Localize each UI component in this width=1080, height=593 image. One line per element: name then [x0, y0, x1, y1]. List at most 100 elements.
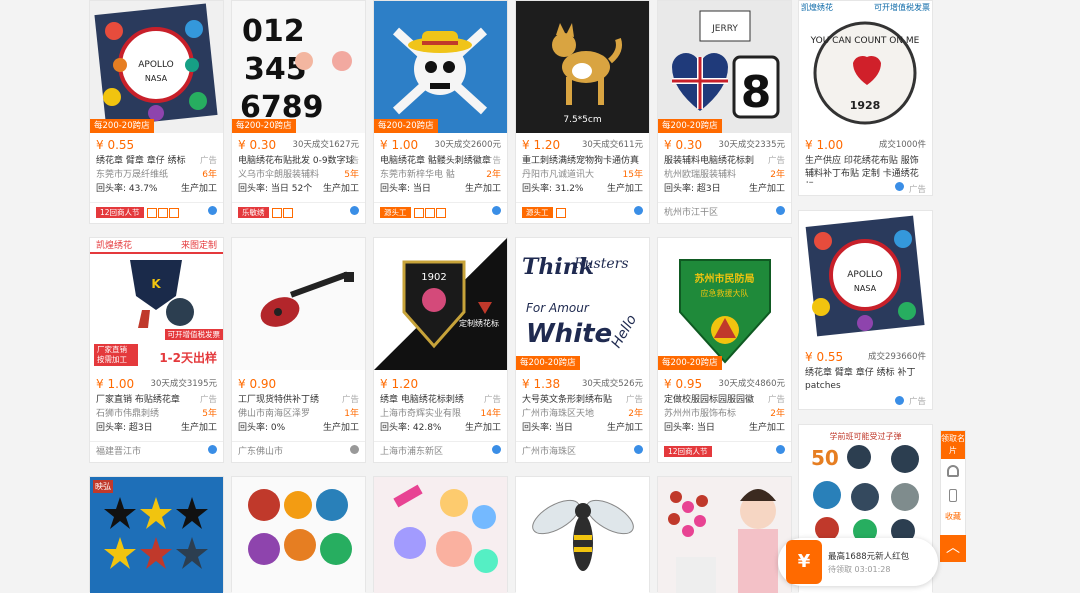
product-card[interactable]: 映弘 — [89, 476, 224, 593]
discount-badge: 每200-20跨店 — [516, 356, 580, 370]
repurchase-rate: 回头率: 31.2% — [522, 184, 584, 194]
product-image[interactable]: JERRY 8 每200-20跨店 — [658, 1, 791, 133]
supplier-name[interactable]: 丹阳市凡诚道讯大 — [522, 170, 594, 180]
product-card[interactable]: 凯煌绣花 可开增值税发票 1928 YOU CAN COUNT ON ME ¥ … — [798, 0, 933, 196]
supplier-name[interactable]: 苏州州市服饰布标 — [664, 409, 736, 419]
supplier-name[interactable]: 石狮市伟鼎刺绣 — [96, 409, 159, 419]
product-card[interactable]: 苏州市民防局 应急救援大队 每200-20跨店 ¥ 0.95 30天成交4860元… — [657, 237, 792, 463]
repurchase-rate: 回头率: 当日 — [380, 184, 431, 194]
product-title[interactable]: 电脑绣花章 骷髅头刺绣徽章 广告 — [380, 155, 501, 168]
promo-tag: 源头工 — [522, 207, 553, 218]
product-title[interactable]: 重工刺绣满绣宠物狗卡通仿真 — [522, 155, 643, 168]
product-card[interactable] — [657, 476, 792, 593]
product-card[interactable] — [373, 476, 508, 593]
discount-badge: 每200-20跨店 — [90, 119, 154, 133]
chat-icon[interactable] — [492, 445, 501, 454]
product-card[interactable]: JERRY 8 每200-20跨店 ¥ 0.30 30天成交2335元 服装辅料电… — [657, 0, 792, 224]
service-icon — [413, 207, 424, 218]
promo-tag: 乐敏绣 — [238, 207, 269, 218]
product-card[interactable]: 凯煌绣花 来图定制 K 可开增值税发票 厂家直销 按需加工 1-2天出样 ¥ 1… — [89, 237, 224, 463]
product-image[interactable]: 1902 定制绣花标 — [374, 238, 507, 370]
discount-badge: 每200-20跨店 — [658, 119, 722, 133]
collect-button[interactable]: 收藏 — [941, 511, 965, 535]
promo-tag: 12回商人节 — [664, 446, 712, 457]
chat-icon[interactable] — [634, 206, 643, 215]
product-card[interactable]: 7.5*5cm ¥ 1.20 30天成交611元 重工刺绣满绣宠物狗卡通仿真 丹阳… — [515, 0, 650, 224]
supplier-name[interactable]: 东莞市新梓华电 骷 — [380, 170, 455, 180]
product-image[interactable] — [232, 238, 365, 370]
supplier-name[interactable]: 广州市海珠区天地 — [522, 409, 594, 419]
repurchase-rate: 回头率: 当日 52个 — [238, 184, 313, 194]
price: ¥ 0.55 — [805, 351, 844, 364]
location: 上海市浦东新区 — [380, 447, 444, 457]
chat-icon[interactable] — [208, 206, 217, 215]
product-image[interactable]: Think Rusters For Amour White Hello 每200… — [516, 238, 649, 370]
supplier-name[interactable]: 东莞市万晟纤维纸 — [96, 170, 168, 180]
chat-icon[interactable] — [776, 445, 785, 454]
chat-icon[interactable] — [208, 445, 217, 454]
chat-icon[interactable] — [350, 445, 359, 454]
product-title[interactable]: 绣章 电脑绣花标刺绣 广告 — [380, 394, 501, 407]
product-image[interactable]: 012 345 6789 每200-20跨店 — [232, 1, 365, 133]
supplier-name[interactable]: 上海市奇辉实业有限 — [380, 409, 461, 419]
product-image[interactable]: 凯煌绣花 可开增值税发票 1928 YOU CAN COUNT ON ME — [799, 1, 932, 133]
product-image[interactable]: 每200-20跨店 — [374, 1, 507, 133]
header-banner: 凯煌绣花 来图定制 — [90, 238, 223, 254]
supplier-name[interactable]: 佛山市南海区泽罗 — [238, 409, 310, 419]
price: ¥ 1.00 — [380, 139, 419, 152]
sales-count: 30天成交2335元 — [718, 140, 785, 150]
product-card[interactable]: ¥ 0.90 工厂现货特供补丁绣 广告 佛山市南海区泽罗 1年 回头率: 0% 生产加… — [231, 237, 366, 463]
product-card[interactable]: Think Rusters For Amour White Hello 每200… — [515, 237, 650, 463]
chat-icon[interactable] — [776, 206, 785, 215]
svg-text:1902: 1902 — [421, 272, 446, 283]
product-title[interactable]: 服装辅料电脑绣花标刺 广告 — [664, 155, 785, 168]
product-image[interactable]: 凯煌绣花 来图定制 K 可开增值税发票 厂家直销 按需加工 1-2天出样 — [90, 238, 223, 370]
red-packet-popup[interactable]: ¥ 最高1688元新人红包 待领取 03:01:28 — [778, 538, 938, 586]
chat-icon[interactable] — [634, 445, 643, 454]
product-card[interactable]: APOLLO NASA ¥ 0.55 成交293660件 绣花章 臂章 章仔 绣标… — [798, 210, 933, 410]
sales-count: 30天成交2600元 — [434, 140, 501, 150]
product-card[interactable]: APOLLO NASA 每200-20跨店 ¥ 0.55 绣花章 臂章 章仔 绣… — [89, 0, 224, 224]
phone-icon[interactable] — [949, 489, 957, 502]
get-business-card-button[interactable]: 领取名片 — [941, 431, 965, 459]
product-image[interactable]: 映弘 — [90, 477, 223, 593]
product-title[interactable]: 电脑绣花布贴批发 0-9数字球 广告 — [238, 155, 359, 168]
price: ¥ 0.90 — [238, 378, 277, 391]
repurchase-rate: 回头率: 当日 — [664, 423, 715, 433]
product-card[interactable]: 每200-20跨店 ¥ 1.00 30天成交2600元 电脑绣花章 骷髅头刺绣徽章… — [373, 0, 508, 224]
product-image[interactable] — [516, 477, 649, 593]
product-image[interactable]: APOLLO NASA — [799, 211, 932, 343]
price: ¥ 0.95 — [664, 378, 703, 391]
product-image[interactable] — [374, 477, 507, 593]
product-image[interactable]: APOLLO NASA 每200-20跨店 — [90, 1, 223, 133]
chat-icon[interactable] — [895, 182, 904, 191]
product-title[interactable]: 大号英文条形刺绣布贴 广告 — [522, 394, 643, 407]
chat-icon[interactable] — [895, 396, 904, 405]
sales-count: 30天成交4860元 — [718, 379, 785, 389]
svg-text:Rusters: Rusters — [573, 256, 629, 272]
product-title[interactable]: 厂家直销 布贴绣花章 广告 — [96, 394, 217, 407]
price: ¥ 1.00 — [805, 139, 844, 152]
svg-text:50: 50 — [811, 446, 839, 470]
product-title[interactable]: 绣花章 臂章 章仔 绣标 广告 — [96, 155, 217, 168]
repurchase-rate: 回头率: 当日 — [522, 423, 573, 433]
product-card[interactable] — [231, 476, 366, 593]
product-card[interactable] — [515, 476, 650, 593]
sales-count: 30天成交1627元 — [292, 140, 359, 150]
supplier-name[interactable]: 义乌市伞朗服装辅料 — [238, 170, 319, 180]
product-title[interactable]: 定做校服园标园服园徽 广告 — [664, 394, 785, 407]
product-title[interactable]: 工厂现货特供补丁绣 广告 — [238, 394, 359, 407]
headset-icon[interactable] — [947, 465, 959, 477]
chat-icon[interactable] — [492, 206, 501, 215]
product-image[interactable] — [232, 477, 365, 593]
back-to-top-button[interactable]: ︿ — [940, 535, 966, 562]
supplier-name[interactable]: 杭州欧瑞服装辅料 — [664, 170, 736, 180]
product-image[interactable]: 7.5*5cm — [516, 1, 649, 133]
product-card[interactable]: 1902 定制绣花标 ¥ 1.20 绣章 电脑绣花标刺绣 广告 上海市奇辉实业有限… — [373, 237, 508, 463]
chat-icon[interactable] — [350, 206, 359, 215]
product-image[interactable] — [658, 477, 791, 593]
product-title[interactable]: 绣花章 臂章 章仔 绣标 补丁 patches — [805, 367, 926, 395]
product-title[interactable]: 生产供应 印花绣花布贴 服饰辅料补丁布贴 定制 卡通绣花标 — [805, 155, 926, 183]
product-image[interactable]: 苏州市民防局 应急救援大队 每200-20跨店 — [658, 238, 791, 370]
product-card[interactable]: 012 345 6789 每200-20跨店 ¥ 0.30 30天成交1627元 … — [231, 0, 366, 224]
